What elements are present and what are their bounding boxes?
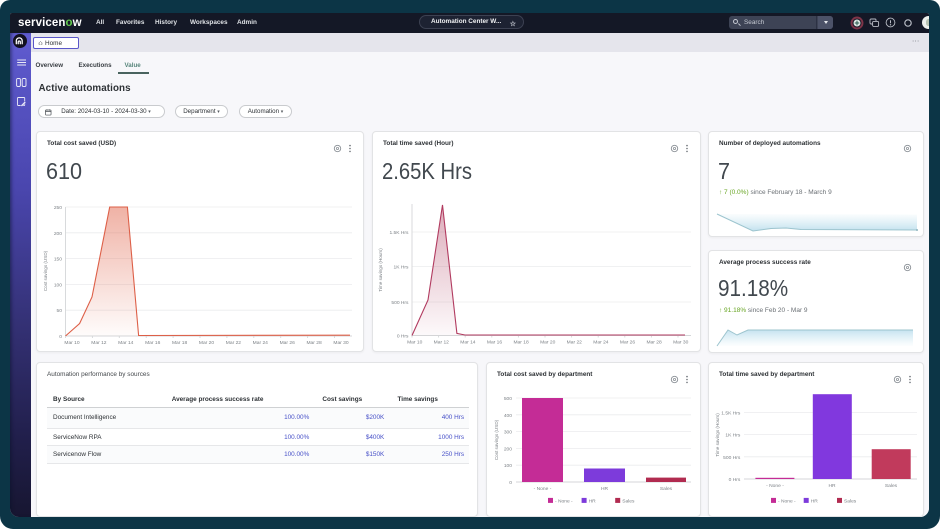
svg-text:HR: HR — [811, 498, 819, 504]
svg-text:Sales: Sales — [660, 486, 673, 492]
svg-text:1K Hrs: 1K Hrs — [725, 433, 741, 439]
svg-text:500 Hrs: 500 Hrs — [723, 455, 741, 461]
svg-text:Mar 24: Mar 24 — [253, 340, 269, 346]
svg-text:Mar 16: Mar 16 — [145, 340, 161, 346]
svg-text:Time savings (Hours): Time savings (Hours) — [715, 413, 720, 457]
svg-text:1.5K Hrs: 1.5K Hrs — [389, 230, 409, 236]
svg-text:Mar 16: Mar 16 — [487, 340, 503, 346]
svg-text:- None -: - None - — [778, 498, 796, 504]
svg-text:Mar 18: Mar 18 — [513, 340, 529, 346]
svg-text:1K Hrs: 1K Hrs — [394, 265, 410, 271]
svg-text:400: 400 — [504, 413, 512, 419]
svg-text:HR: HR — [828, 483, 836, 489]
svg-text:Sales: Sales — [622, 498, 635, 504]
svg-text:Mar 26: Mar 26 — [280, 340, 296, 346]
svg-text:- None -: - None - — [534, 486, 552, 492]
svg-text:50: 50 — [57, 308, 63, 314]
svg-text:200: 200 — [54, 231, 62, 237]
svg-text:150: 150 — [54, 257, 62, 263]
svg-text:Cost savings (USD): Cost savings (USD) — [43, 250, 48, 291]
svg-text:Mar 28: Mar 28 — [646, 340, 662, 346]
svg-text:Cost savings (USD): Cost savings (USD) — [494, 419, 499, 460]
svg-text:Mar 14: Mar 14 — [460, 340, 476, 346]
svg-text:Mar 28: Mar 28 — [306, 340, 322, 346]
svg-text:300: 300 — [504, 430, 512, 436]
svg-text:Mar 24: Mar 24 — [593, 340, 609, 346]
svg-text:Mar 20: Mar 20 — [540, 340, 556, 346]
svg-text:Mar 14: Mar 14 — [118, 340, 134, 346]
svg-text:100: 100 — [54, 282, 62, 288]
svg-text:- None -: - None - — [555, 498, 573, 504]
svg-text:0 Hrs: 0 Hrs — [397, 334, 409, 340]
svg-text:Sales: Sales — [844, 498, 857, 504]
svg-text:Mar 18: Mar 18 — [172, 340, 188, 346]
svg-text:200: 200 — [504, 446, 512, 452]
svg-text:Mar 12: Mar 12 — [91, 340, 107, 346]
svg-text:Mar 10: Mar 10 — [407, 340, 423, 346]
svg-text:0: 0 — [59, 334, 62, 340]
svg-text:Mar 22: Mar 22 — [226, 340, 242, 346]
svg-text:Mar 10: Mar 10 — [64, 340, 80, 346]
svg-text:HR: HR — [589, 498, 597, 504]
svg-text:Mar 20: Mar 20 — [199, 340, 215, 346]
svg-text:0 Hrs: 0 Hrs — [729, 477, 741, 483]
svg-text:Mar 30: Mar 30 — [333, 340, 349, 346]
svg-text:HR: HR — [601, 486, 609, 492]
svg-text:100: 100 — [504, 463, 512, 469]
svg-text:- None -: - None - — [766, 483, 784, 489]
svg-text:500 Hrs: 500 Hrs — [391, 300, 409, 306]
svg-text:Mar 26: Mar 26 — [620, 340, 636, 346]
svg-text:Mar 12: Mar 12 — [434, 340, 450, 346]
svg-text:Mar 22: Mar 22 — [567, 340, 583, 346]
svg-text:Time savings (Hours): Time savings (Hours) — [378, 248, 383, 292]
svg-text:0: 0 — [509, 480, 512, 486]
svg-text:500: 500 — [504, 396, 512, 402]
svg-text:Sales: Sales — [885, 483, 898, 489]
svg-text:250: 250 — [54, 205, 62, 211]
svg-text:1.5K Hrs: 1.5K Hrs — [721, 410, 741, 416]
svg-text:Mar 30: Mar 30 — [673, 340, 689, 346]
